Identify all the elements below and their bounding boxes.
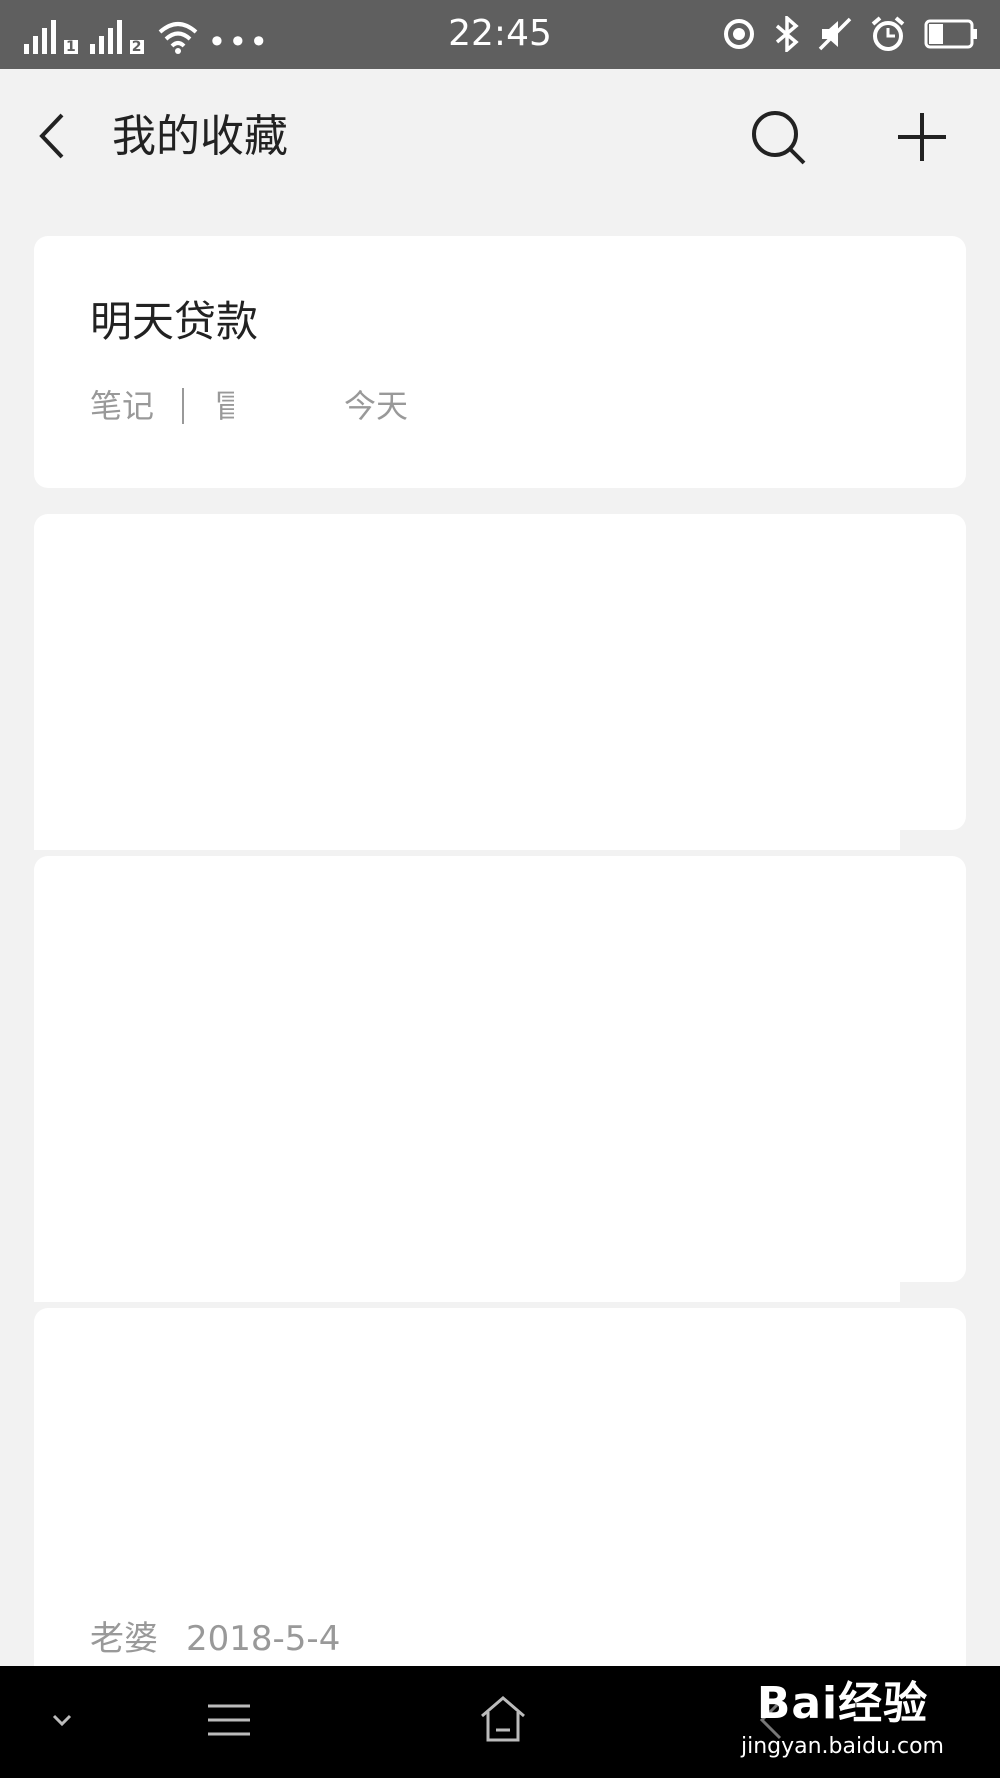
alarm-icon: [871, 16, 905, 51]
status-right: [722, 14, 978, 54]
favorite-item[interactable]: [34, 856, 966, 1282]
favorite-item-note[interactable]: 明天贷款 笔记 冒 今天: [34, 236, 966, 488]
item-meta: 笔记 冒 今天: [90, 384, 408, 428]
item-date: 2018-5-4: [186, 1619, 341, 1659]
chevron-down-icon[interactable]: [48, 1706, 76, 1734]
item-meta: 老婆 2018-5-4: [90, 1616, 340, 1662]
add-icon[interactable]: [892, 107, 952, 167]
item-source: 冒: [214, 387, 235, 425]
home-icon[interactable]: [478, 1694, 528, 1744]
obscured-area: [34, 810, 900, 850]
header-bar: 我的收藏: [0, 69, 1000, 204]
mute-icon: [818, 17, 852, 51]
location-icon: [724, 19, 754, 49]
bluetooth-icon: [775, 16, 799, 52]
watermark-url: jingyan.baidu.com: [740, 1734, 944, 1759]
item-date: 今天: [344, 387, 409, 425]
watermark-logo: Bai经验: [756, 1678, 929, 1729]
obscured-area: [34, 1262, 900, 1302]
menu-icon[interactable]: [206, 1702, 252, 1738]
system-nav-bar: Bai经验 jingyan.baidu.com: [0, 1666, 1000, 1778]
watermark: Bai经验 jingyan.baidu.com: [741, 1674, 944, 1760]
item-type: 笔记: [90, 387, 155, 425]
battery-icon: [924, 19, 977, 49]
item-author: 老婆: [90, 1619, 158, 1659]
back-arrow-icon[interactable]: [32, 111, 82, 161]
status-bar: 1 2 ••• 22:45: [0, 0, 1000, 69]
item-title: 明天贷款: [90, 297, 259, 346]
search-icon[interactable]: [748, 107, 808, 167]
meta-divider: [182, 388, 185, 424]
page-title: 我的收藏: [112, 111, 288, 162]
favorite-item[interactable]: [34, 514, 966, 830]
